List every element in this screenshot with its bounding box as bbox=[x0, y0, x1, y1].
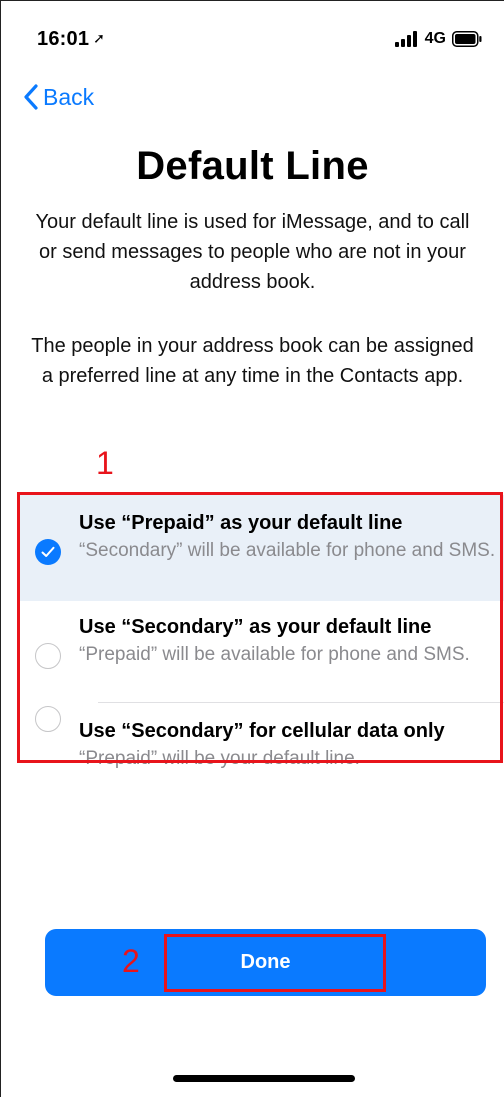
location-arrow-icon: ➚ bbox=[93, 30, 106, 46]
chevron-left-icon bbox=[24, 84, 38, 110]
annotation-marker-2: 2 bbox=[122, 943, 140, 979]
description-contacts: The people in your address book can be a… bbox=[31, 335, 474, 387]
options-highlight-box bbox=[17, 492, 503, 763]
done-highlight-box bbox=[164, 934, 386, 992]
home-indicator bbox=[173, 1075, 355, 1082]
back-label: Back bbox=[43, 83, 95, 110]
time-label: 16:01 bbox=[37, 28, 90, 50]
signal-bars-icon bbox=[394, 31, 417, 47]
status-time: 16:01 ➚ bbox=[37, 28, 105, 51]
network-type: 4G bbox=[424, 30, 446, 47]
phone-screen: 16:01 ➚ 4G Back Default Line Your default… bbox=[0, 0, 504, 1097]
page-title: Default Line bbox=[136, 144, 369, 188]
status-bar: 16:01 ➚ 4G bbox=[1, 1, 504, 71]
back-button[interactable]: Back bbox=[23, 83, 94, 111]
battery-icon bbox=[452, 31, 482, 47]
status-indicators: 4G bbox=[394, 30, 482, 48]
description-default-line: Your default line is used for iMessage, … bbox=[35, 211, 470, 293]
annotation-marker-1: 1 bbox=[96, 445, 114, 481]
